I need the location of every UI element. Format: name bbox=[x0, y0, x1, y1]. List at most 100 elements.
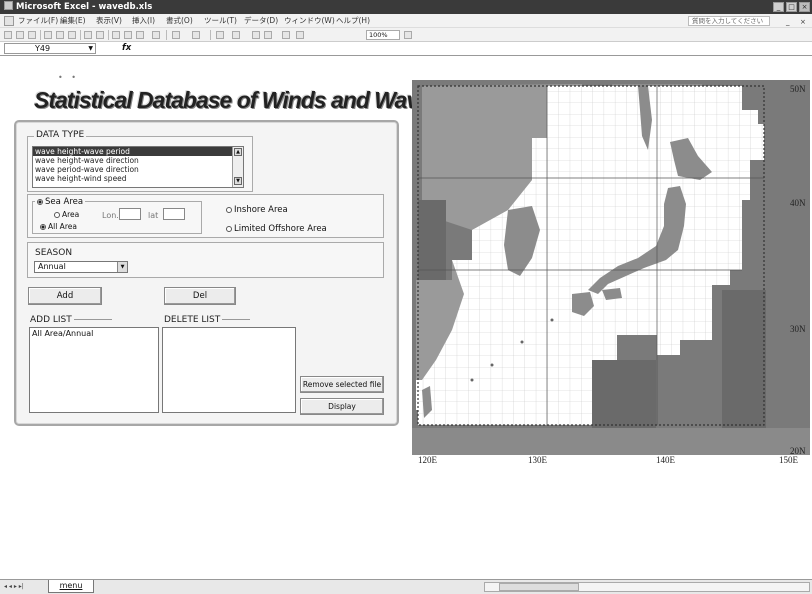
bottom-strip bbox=[412, 428, 810, 455]
menu-bar: ファイル(F) 編集(E) 表示(V) 挿入(I) 書式(O) ツール(T) デ… bbox=[0, 14, 812, 28]
delete-list-label: DELETE LIST bbox=[164, 315, 221, 325]
chevron-down-icon[interactable]: ▼ bbox=[88, 44, 93, 53]
toolbar-separator bbox=[166, 30, 167, 40]
function-icon[interactable]: fx bbox=[122, 42, 131, 55]
lat-input[interactable] bbox=[163, 208, 185, 220]
radio-dot bbox=[54, 211, 60, 218]
data-type-listbox[interactable]: wave height-wave period wave height-wave… bbox=[32, 146, 244, 188]
doc-minimize-button[interactable]: _ bbox=[786, 15, 790, 29]
limited-offshore-radio[interactable]: Limited Offshore Area bbox=[226, 224, 327, 234]
scroll-up-icon[interactable]: ▲ bbox=[234, 148, 242, 156]
area-radio[interactable]: Area bbox=[54, 210, 79, 219]
autosum-icon[interactable] bbox=[232, 31, 240, 39]
sheet-nav-buttons[interactable]: ◂ ◂ ▸ ▸| bbox=[4, 583, 24, 590]
lat-label-50n: 50N bbox=[790, 84, 806, 94]
lon-label-150e: 150E bbox=[779, 455, 798, 465]
chevron-down-icon[interactable]: ▼ bbox=[117, 262, 127, 272]
lon-label-130e: 130E bbox=[528, 455, 547, 465]
menu-format[interactable]: 書式(O) bbox=[166, 14, 193, 28]
sea-area-radio[interactable]: Sea Area bbox=[35, 197, 86, 207]
format-painter-icon[interactable] bbox=[152, 31, 160, 39]
radio-dot bbox=[226, 207, 232, 213]
season-select[interactable]: Annual ▼ bbox=[34, 261, 128, 273]
spelling-icon[interactable] bbox=[84, 31, 92, 39]
menu-help[interactable]: ヘルプ(H) bbox=[336, 14, 370, 28]
permission-icon[interactable] bbox=[44, 31, 52, 39]
help-question-input[interactable]: 質問を入力してください bbox=[688, 16, 770, 26]
data-type-option[interactable]: wave height-wind speed bbox=[33, 174, 243, 183]
hyperlink-icon[interactable] bbox=[216, 31, 224, 39]
zoom-select[interactable]: 100% bbox=[366, 30, 400, 40]
doc-close-button[interactable]: × bbox=[800, 15, 806, 29]
name-box[interactable]: Y49 ▼ bbox=[4, 43, 96, 54]
minimize-button[interactable]: _ bbox=[773, 2, 784, 12]
island-dot bbox=[470, 378, 474, 382]
all-area-label: All Area bbox=[48, 222, 77, 231]
data-type-option[interactable]: wave height-wave period bbox=[33, 147, 243, 156]
add-button[interactable]: Add bbox=[28, 287, 102, 305]
area-label: Area bbox=[62, 210, 80, 219]
data-type-scrollbar[interactable]: ▲ ▼ bbox=[232, 147, 243, 187]
offshore-block bbox=[418, 200, 446, 280]
research-icon[interactable] bbox=[96, 31, 104, 39]
print-preview-icon[interactable] bbox=[68, 31, 76, 39]
lon-label-140e: 140E bbox=[656, 455, 675, 465]
sort-ascending-icon[interactable] bbox=[252, 31, 260, 39]
sheet-tab-bar: ◂ ◂ ▸ ▸| menu bbox=[0, 579, 812, 594]
help-icon[interactable] bbox=[404, 31, 412, 39]
new-icon[interactable] bbox=[4, 31, 12, 39]
divider bbox=[73, 319, 112, 320]
island-dot bbox=[490, 363, 494, 367]
season-value: Annual bbox=[38, 262, 66, 271]
menu-view[interactable]: 表示(V) bbox=[96, 14, 122, 28]
lat-label-40n: 40N bbox=[790, 198, 806, 208]
sheet-tab-menu[interactable]: menu bbox=[48, 580, 94, 593]
del-button[interactable]: Del bbox=[164, 287, 236, 305]
open-icon[interactable] bbox=[16, 31, 24, 39]
redo-icon[interactable] bbox=[192, 31, 200, 39]
copy-icon[interactable] bbox=[124, 31, 132, 39]
limited-offshore-label: Limited Offshore Area bbox=[234, 224, 327, 234]
menu-edit[interactable]: 編集(E) bbox=[60, 14, 86, 28]
data-type-option[interactable]: wave period-wave direction bbox=[33, 165, 243, 174]
menu-data[interactable]: データ(D) bbox=[244, 14, 278, 28]
inshore-area-radio[interactable]: Inshore Area bbox=[226, 205, 288, 215]
display-button[interactable]: Display bbox=[300, 398, 384, 415]
standard-toolbar: 100% bbox=[0, 28, 812, 42]
menu-tools[interactable]: ツール(T) bbox=[204, 14, 237, 28]
scroll-down-icon[interactable]: ▼ bbox=[234, 177, 242, 185]
menu-file[interactable]: ファイル(F) bbox=[18, 14, 58, 28]
excel-app-icon bbox=[4, 1, 13, 10]
workbook-icon[interactable] bbox=[4, 16, 14, 26]
remove-selected-file-button[interactable]: Remove selected file bbox=[300, 376, 384, 393]
save-icon[interactable] bbox=[28, 31, 36, 39]
delete-list-title: DELETE LIST bbox=[164, 315, 251, 325]
all-area-radio[interactable]: All Area bbox=[40, 222, 77, 231]
delete-list[interactable] bbox=[162, 327, 296, 413]
menu-insert[interactable]: 挿入(I) bbox=[132, 14, 155, 28]
paste-icon[interactable] bbox=[136, 31, 144, 39]
drawing-icon[interactable] bbox=[296, 31, 304, 39]
chart-wizard-icon[interactable] bbox=[282, 31, 290, 39]
map-svg[interactable] bbox=[412, 80, 810, 455]
close-button[interactable]: × bbox=[799, 2, 810, 12]
sort-descending-icon[interactable] bbox=[264, 31, 272, 39]
data-type-label: DATA TYPE bbox=[34, 130, 87, 140]
undo-icon[interactable] bbox=[172, 31, 180, 39]
horizontal-scrollbar[interactable] bbox=[484, 582, 810, 592]
island-dot bbox=[520, 340, 524, 344]
lon-label-120e: 120E bbox=[418, 455, 437, 465]
cut-icon[interactable] bbox=[112, 31, 120, 39]
add-list[interactable]: All Area/Annual bbox=[29, 327, 159, 413]
data-type-option[interactable]: wave height-wave direction bbox=[33, 156, 243, 165]
add-list-title: ADD LIST bbox=[30, 315, 112, 325]
toolbar-separator bbox=[210, 30, 211, 40]
add-list-item[interactable]: All Area/Annual bbox=[32, 329, 156, 339]
lon-input[interactable] bbox=[119, 208, 141, 220]
maximize-button[interactable]: □ bbox=[786, 2, 797, 12]
region-map[interactable] bbox=[412, 80, 810, 455]
scroll-thumb[interactable] bbox=[499, 583, 579, 591]
toolbar-separator bbox=[108, 30, 109, 40]
menu-window[interactable]: ウィンドウ(W) bbox=[284, 14, 335, 28]
print-icon[interactable] bbox=[56, 31, 64, 39]
